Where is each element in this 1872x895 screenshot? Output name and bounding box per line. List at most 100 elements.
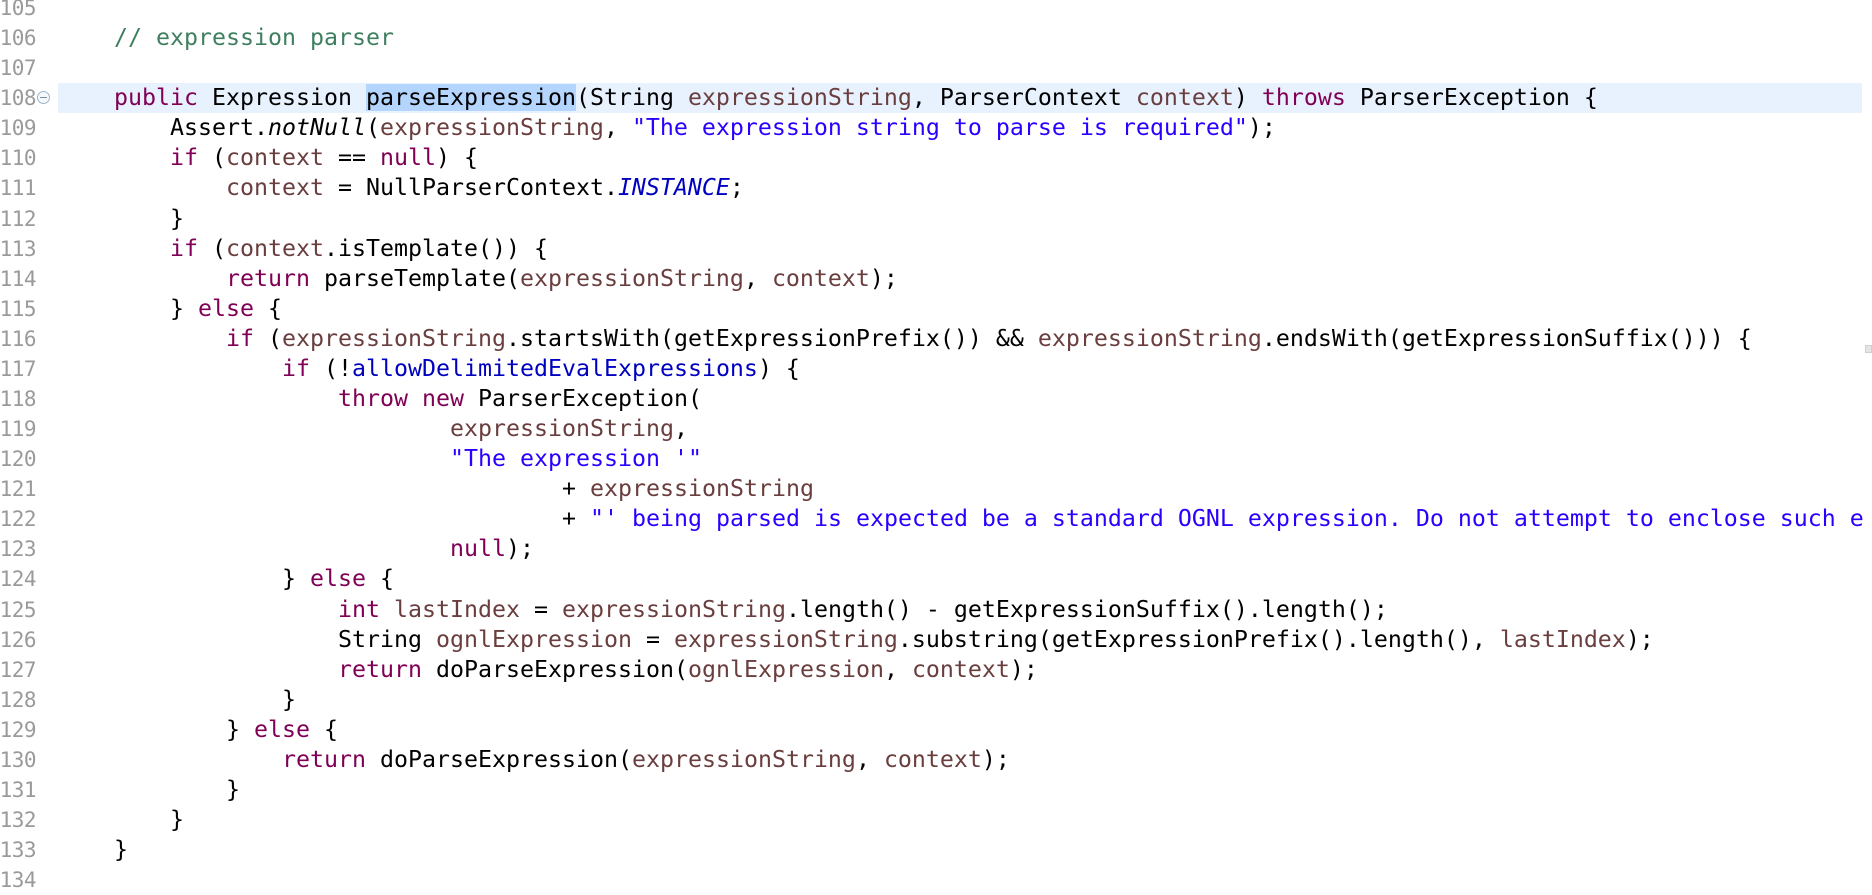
- code-line[interactable]: 116 if (expressionString.startsWith(getEx…: [0, 324, 1872, 354]
- code-line[interactable]: 126 String ognlExpression = expressionStr…: [0, 625, 1872, 655]
- code-content[interactable]: }: [58, 835, 128, 865]
- line-number: 124: [0, 567, 37, 592]
- code-content[interactable]: context = NullParserContext.INSTANCE;: [58, 173, 744, 203]
- code-line[interactable]: 108 public Expression parseExpression(Str…: [0, 83, 1872, 114]
- code-line[interactable]: 128}: [0, 685, 1872, 715]
- code-line[interactable]: 111 context = NullParserContext.INSTANCE;: [0, 173, 1872, 203]
- code-text: doParseExpression(: [422, 655, 688, 683]
- code-line[interactable]: 132}: [0, 805, 1872, 835]
- code-line[interactable]: 119 expressionString,: [0, 414, 1872, 444]
- line-number: 132: [0, 808, 37, 833]
- code-content[interactable]: + "' being parsed is expected be a stand…: [58, 504, 1864, 534]
- code-content[interactable]: if (context.isTemplate()) {: [58, 234, 548, 264]
- code-line[interactable]: 117 if (!allowDelimitedEvalExpressions) {: [0, 354, 1872, 384]
- code-content[interactable]: }: [58, 685, 296, 715]
- code-text: {: [254, 294, 282, 322]
- line-number: 114: [0, 266, 37, 291]
- line-number: 112: [0, 206, 37, 231]
- code-line[interactable]: 112}: [0, 204, 1872, 234]
- code-line[interactable]: 133}: [0, 835, 1872, 865]
- code-content[interactable]: String ognlExpression = expressionString…: [58, 625, 1654, 655]
- code-text: );: [1009, 655, 1038, 683]
- line-number: 130: [0, 747, 37, 772]
- code-line[interactable]: 129} else {: [0, 715, 1872, 745]
- code-line[interactable]: 131}: [0, 775, 1872, 805]
- code-line[interactable]: 123 null);: [0, 534, 1872, 564]
- code-text: }: [170, 806, 184, 834]
- code-content[interactable]: } else {: [58, 715, 338, 745]
- code-line[interactable]: 121 + expressionString: [0, 474, 1872, 504]
- code-line[interactable]: 127 return doParseExpression(ognlExpressi…: [0, 655, 1872, 685]
- code-text: {: [310, 715, 338, 743]
- code-text: }: [282, 685, 296, 713]
- code-line[interactable]: 124 } else {: [0, 564, 1872, 594]
- keyword-token: if: [226, 324, 254, 352]
- code-content[interactable]: + expressionString: [58, 474, 814, 504]
- code-content[interactable]: // expression parser: [58, 23, 394, 53]
- code-content[interactable]: "The expression '": [58, 444, 702, 474]
- code-text: .startsWith(getExpressionPrefix()) &&: [505, 324, 1038, 352]
- variable-token: expressionString: [631, 745, 856, 773]
- collapse-fold-icon[interactable]: [37, 91, 50, 105]
- code-editor[interactable]: 105 106 // expression parser 107 108 public E…: [0, 0, 1872, 895]
- code-text: =: [631, 625, 674, 653]
- code-content[interactable]: }: [58, 805, 184, 835]
- code-text: }: [282, 565, 310, 593]
- code-content[interactable]: }: [58, 204, 184, 234]
- code-line[interactable]: 125 int lastIndex = expressionString.leng…: [0, 595, 1872, 625]
- code-content[interactable]: [58, 865, 114, 895]
- code-line[interactable]: 113 if (context.isTemplate()) {: [0, 234, 1872, 264]
- code-content[interactable]: if (expressionString.startsWith(getExpre…: [58, 324, 1752, 354]
- code-content[interactable]: expressionString,: [58, 414, 688, 444]
- code-content[interactable]: return doParseExpression(ognlExpression,…: [58, 655, 1038, 685]
- code-content[interactable]: return doParseExpression(expressionStrin…: [58, 745, 1010, 775]
- line-number: 121: [0, 477, 37, 502]
- code-line[interactable]: 106 // expression parser: [0, 23, 1872, 53]
- code-content[interactable]: null);: [58, 534, 534, 564]
- code-text: .substring(getExpressionPrefix().length(…: [897, 625, 1500, 653]
- code-text: (: [254, 324, 282, 352]
- code-text: ,: [603, 114, 632, 142]
- line-number: 120: [0, 447, 37, 472]
- code-content[interactable]: if (!allowDelimitedEvalExpressions) {: [58, 354, 800, 384]
- code-content[interactable]: }: [58, 775, 240, 805]
- code-line[interactable]: 118 throw new ParserException(: [0, 384, 1872, 414]
- overview-ruler-marker[interactable]: [1865, 345, 1872, 353]
- line-number: 122: [0, 507, 37, 532]
- code-line[interactable]: 107: [0, 53, 1872, 83]
- keyword-token: if: [170, 234, 198, 262]
- code-text: (: [365, 114, 380, 142]
- code-text: ==: [323, 144, 380, 172]
- variable-token: expressionString: [519, 264, 744, 292]
- code-content[interactable]: } else {: [58, 564, 394, 594]
- code-content[interactable]: Assert.notNull(expressionString, "The ex…: [58, 113, 1276, 143]
- code-text: }: [114, 836, 128, 864]
- string-literal: "The expression string to parse is requi…: [631, 114, 1248, 142]
- code-line[interactable]: 105: [0, 0, 1872, 23]
- code-content[interactable]: throw new ParserException(: [58, 384, 702, 414]
- code-line[interactable]: 110 if (context == null) {: [0, 143, 1872, 173]
- code-line[interactable]: 109 Assert.notNull(expressionString, "The…: [0, 113, 1872, 143]
- code-content[interactable]: [58, 0, 114, 23]
- code-line[interactable]: 130 return doParseExpression(expressionSt…: [0, 745, 1872, 775]
- variable-token: ognlExpression: [435, 625, 632, 653]
- code-text: (: [198, 234, 226, 262]
- code-line[interactable]: 120 "The expression '": [0, 444, 1872, 474]
- code-content[interactable]: [58, 53, 114, 83]
- code-text: (String: [575, 84, 688, 112]
- code-text: (: [198, 144, 226, 172]
- code-content[interactable]: } else {: [58, 294, 282, 324]
- code-content[interactable]: public Expression parseExpression(String…: [58, 83, 1598, 113]
- code-line[interactable]: 122 + "' being parsed is expected be a st…: [0, 504, 1872, 534]
- variable-token: context: [226, 144, 324, 172]
- code-content[interactable]: if (context == null) {: [58, 143, 478, 173]
- code-line[interactable]: 114 return parseTemplate(expressionString…: [0, 264, 1872, 294]
- line-number: 131: [0, 778, 37, 803]
- selected-text: parseExpression: [365, 84, 576, 112]
- code-text: , ParserContext: [911, 84, 1136, 112]
- code-line[interactable]: 115} else {: [0, 294, 1872, 324]
- code-content[interactable]: int lastIndex = expressionString.length(…: [58, 595, 1388, 625]
- code-text: ParserException(: [464, 385, 702, 413]
- code-content[interactable]: return parseTemplate(expressionString, c…: [58, 264, 898, 294]
- code-line[interactable]: 134: [0, 865, 1872, 895]
